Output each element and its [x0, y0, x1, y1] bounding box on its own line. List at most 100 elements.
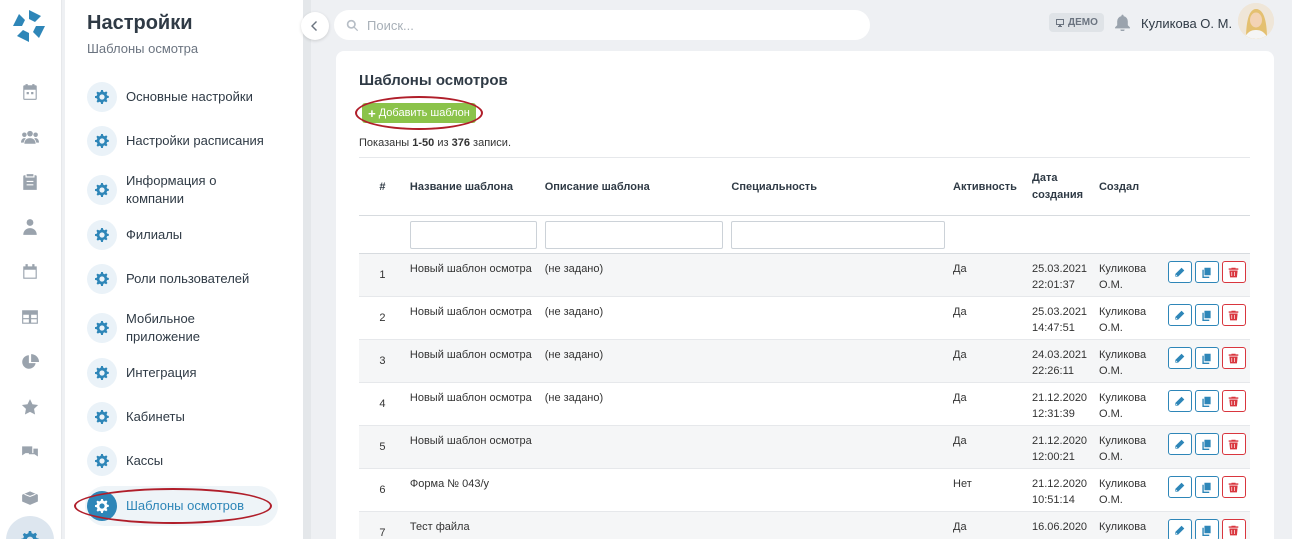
sidebar-item-integration[interactable]: Интеграция — [87, 358, 287, 388]
users-icon[interactable] — [18, 125, 42, 149]
copy-button[interactable] — [1194, 519, 1219, 539]
template-name[interactable]: Новый шаблон осмотра — [405, 339, 541, 383]
template-description: (не задано) — [540, 382, 728, 426]
table-row[interactable]: 7 Тест файла Да 16.06.2020 Куликова — [359, 511, 1250, 539]
pencil-icon — [1175, 310, 1185, 320]
sidebar-item-company-info[interactable]: Информация о компании — [87, 172, 287, 208]
user-name[interactable]: Куликова О. М. — [1141, 16, 1232, 31]
demo-badge[interactable]: ДЕМО — [1049, 13, 1104, 32]
delete-button[interactable] — [1221, 261, 1246, 283]
sidebar-subtitle: Шаблоны осмотра — [87, 41, 199, 56]
edit-button[interactable] — [1167, 476, 1192, 498]
table-row[interactable]: 6 Форма № 043/у Нет 21.12.2020 10:51:14 К… — [359, 468, 1250, 512]
table-icon[interactable] — [18, 305, 42, 329]
chat-icon[interactable] — [18, 440, 42, 464]
edit-button[interactable] — [1167, 347, 1192, 369]
template-author: Куликова О.М. — [1094, 339, 1164, 383]
template-active: Нет — [949, 468, 1028, 512]
filter-specialty-input[interactable] — [731, 220, 946, 249]
copy-button[interactable] — [1194, 390, 1219, 412]
delete-button[interactable] — [1221, 433, 1246, 455]
copy-button[interactable] — [1194, 261, 1219, 283]
notifications-button[interactable] — [1114, 13, 1131, 32]
copy-button[interactable] — [1194, 433, 1219, 455]
template-specialty — [727, 382, 950, 426]
pie-chart-icon[interactable] — [18, 350, 42, 374]
sidebar-item-cabinets[interactable]: Кабинеты — [87, 402, 287, 432]
template-author: Куликова — [1094, 511, 1164, 539]
sidebar-item-label: Настройки расписания — [126, 133, 264, 148]
doctor-icon[interactable] — [18, 215, 42, 239]
edit-button[interactable] — [1167, 304, 1192, 326]
template-name[interactable]: Форма № 043/у — [405, 468, 541, 512]
boxes-icon[interactable] — [18, 485, 42, 509]
column-header-name[interactable]: Название шаблона — [405, 157, 541, 216]
sidebar-item-label: Кассы — [126, 453, 164, 468]
sidebar-item-label: Информация о компании — [126, 173, 217, 206]
sidebar-item-mobile-app[interactable]: Мобильное приложение — [87, 310, 287, 346]
gear-icon — [87, 264, 117, 294]
avatar[interactable] — [1238, 3, 1274, 39]
edit-button[interactable] — [1167, 390, 1192, 412]
template-name[interactable]: Новый шаблон осмотра — [405, 296, 541, 340]
edit-button[interactable] — [1167, 433, 1192, 455]
delete-button[interactable] — [1221, 519, 1246, 539]
template-name[interactable]: Новый шаблон осмотра — [405, 425, 541, 469]
calendar-icon[interactable] — [18, 80, 42, 104]
clipboard-icon[interactable] — [18, 170, 42, 194]
column-header-author[interactable]: Создал — [1094, 157, 1164, 216]
delete-button[interactable] — [1221, 390, 1246, 412]
template-active: Да — [949, 382, 1028, 426]
sidebar-scrollbar[interactable] — [303, 0, 311, 539]
app-logo[interactable] — [11, 8, 47, 44]
trash-icon — [1229, 525, 1239, 535]
schedule-icon[interactable] — [18, 260, 42, 284]
copy-icon — [1202, 482, 1212, 493]
column-header-number[interactable]: # — [359, 157, 406, 216]
sidebar-item-schedule-settings[interactable]: Настройки расписания — [87, 126, 287, 156]
sidebar-item-branches[interactable]: Филиалы — [87, 220, 287, 250]
table-row[interactable]: 3 Новый шаблон осмотра (не задано) Да 24… — [359, 339, 1250, 383]
search-input[interactable] — [367, 17, 847, 33]
copy-button[interactable] — [1194, 476, 1219, 498]
column-header-description[interactable]: Описание шаблона — [540, 157, 728, 216]
collapse-sidebar-button[interactable] — [301, 12, 329, 40]
filter-description-input[interactable] — [544, 220, 724, 249]
gear-icon[interactable] — [18, 528, 42, 539]
pencil-icon — [1175, 267, 1185, 277]
column-header-specialty[interactable]: Специальность — [727, 157, 950, 216]
star-icon[interactable] — [18, 395, 42, 419]
filter-name-input[interactable] — [409, 220, 537, 249]
sidebar-item-label: Мобильное приложение — [126, 311, 200, 344]
sidebar-item-user-roles[interactable]: Роли пользователей — [87, 264, 287, 294]
column-header-created-date[interactable]: Дата создания — [1028, 157, 1095, 216]
sidebar-item-main-settings[interactable]: Основные настройки — [87, 82, 287, 112]
sidebar-item-label: Интеграция — [126, 365, 197, 380]
edit-button[interactable] — [1167, 519, 1192, 539]
delete-button[interactable] — [1221, 347, 1246, 369]
template-name[interactable]: Новый шаблон осмотра — [405, 253, 541, 297]
copy-button[interactable] — [1194, 304, 1219, 326]
edit-button[interactable] — [1167, 261, 1192, 283]
template-name[interactable]: Новый шаблон осмотра — [405, 382, 541, 426]
template-author: Куликова О.М. — [1094, 253, 1164, 297]
delete-button[interactable] — [1221, 476, 1246, 498]
gear-icon — [87, 220, 117, 250]
template-specialty — [727, 339, 950, 383]
sidebar-item-cash-desks[interactable]: Кассы — [87, 446, 287, 476]
table-row[interactable]: 2 Новый шаблон осмотра (не задано) Да 25… — [359, 296, 1250, 340]
template-description: (не задано) — [540, 296, 728, 340]
column-header-actions — [1163, 157, 1250, 216]
template-name[interactable]: Тест файла — [405, 511, 541, 539]
bell-icon — [1115, 14, 1130, 32]
delete-button[interactable] — [1221, 304, 1246, 326]
copy-button[interactable] — [1194, 347, 1219, 369]
table-row[interactable]: 1 Новый шаблон осмотра (не задано) Да 25… — [359, 253, 1250, 297]
pencil-icon — [1175, 396, 1185, 406]
search-bar[interactable] — [334, 10, 870, 40]
table-row[interactable]: 5 Новый шаблон осмотра Да 21.12.2020 12:0… — [359, 425, 1250, 469]
column-header-active[interactable]: Активность — [949, 157, 1028, 216]
sidebar-item-label: Филиалы — [126, 227, 183, 242]
copy-icon — [1202, 267, 1212, 278]
table-row[interactable]: 4 Новый шаблон осмотра (не задано) Да 21… — [359, 382, 1250, 426]
